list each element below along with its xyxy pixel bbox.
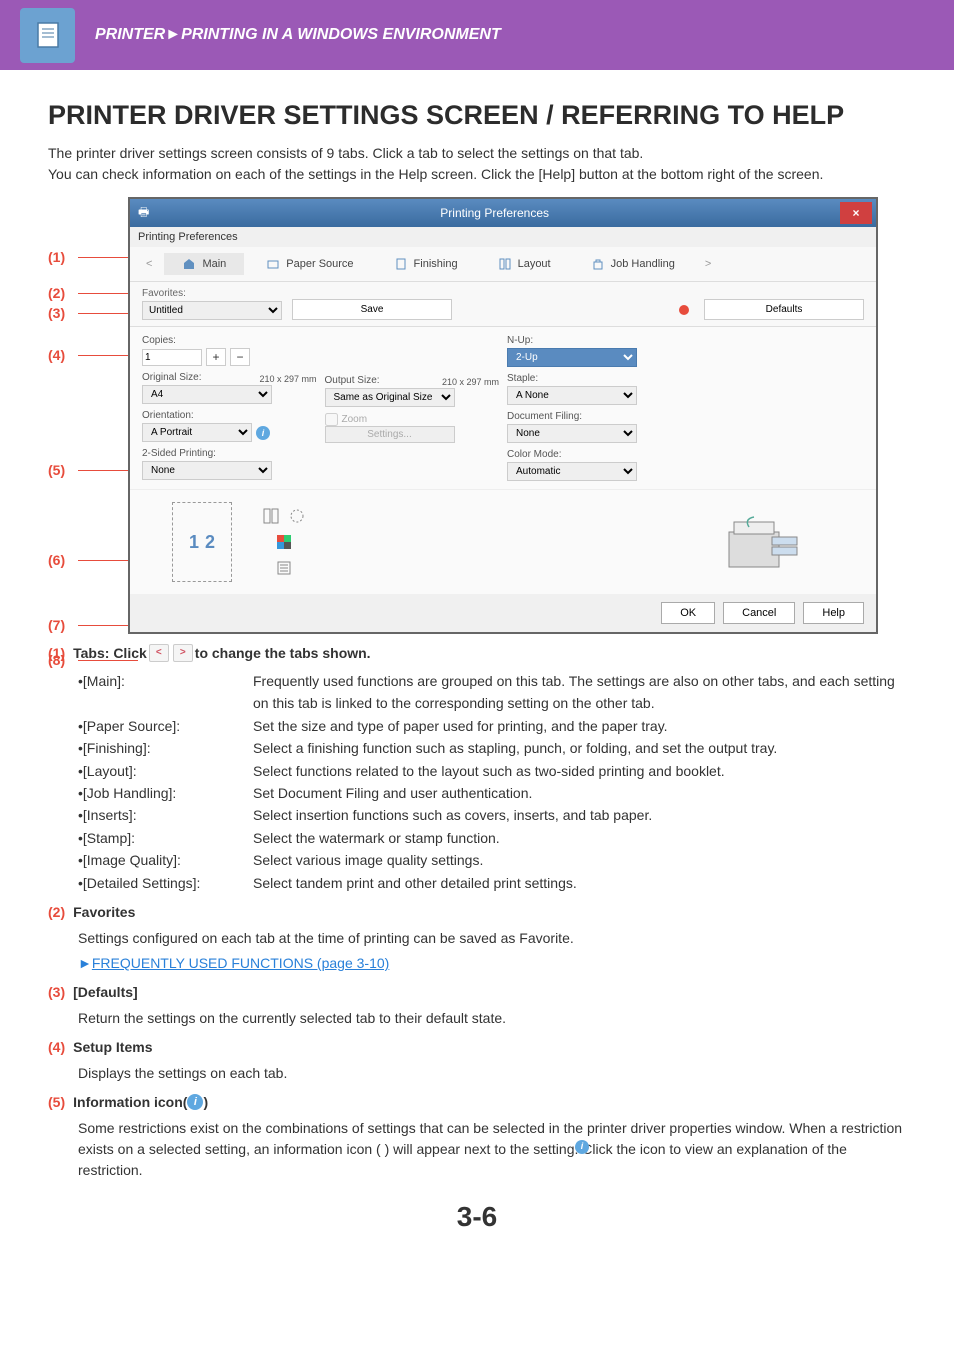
frequently-used-link[interactable]: FREQUENTLY USED FUNCTIONS (page 3-10) [92,955,389,971]
original-size-select[interactable]: A4 [142,385,272,404]
output-size-select[interactable]: Same as Original Size [325,388,455,407]
callout-1: (1) [48,249,65,265]
job-icon [591,257,605,271]
zoom-label: Zoom [342,414,368,425]
staple-label: Staple: [507,373,682,384]
favorites-select[interactable]: Untitled [142,301,282,320]
section-icon [20,8,75,63]
info-icon-inline-2: i [575,1140,589,1154]
tab-desc-row: •[Inserts]:Select insertion functions su… [78,804,906,826]
copies-input[interactable] [142,349,202,366]
color-mode-select[interactable]: Automatic [507,462,637,481]
cancel-button[interactable]: Cancel [723,602,795,624]
intro-text: The printer driver settings screen consi… [48,143,906,185]
copies-plus[interactable]: + [206,348,226,366]
tab-desc-row: •[Finishing]:Select a finishing function… [78,737,906,759]
tab-paper-source[interactable]: Paper Source [248,253,371,275]
two-sided-label: 2-Sided Printing: [142,448,317,459]
close-button[interactable]: × [840,202,872,224]
zoom-settings-button: Settings... [325,426,455,443]
desc-tabs: (1) Tabs: Click < > to change the tabs s… [48,644,906,894]
doc-filing-select[interactable]: None [507,424,637,443]
page-header: PRINTER►PRINTING IN A WINDOWS ENVIRONMEN… [0,0,954,70]
home-icon [182,257,196,271]
dialog-footer: OK Cancel Help [130,594,876,632]
tab-desc-row: •[Job Handling]:Set Document Filing and … [78,782,906,804]
tab-desc-row: •[Image Quality]:Select various image qu… [78,849,906,871]
tab-strip: Printing Preferences [130,227,876,247]
breadcrumb: PRINTER►PRINTING IN A WINDOWS ENVIRONMEN… [95,26,501,44]
tab-layout[interactable]: Layout [480,253,569,275]
settings-area: Copies: + − Original Size:210 x 297 mm A… [130,327,876,489]
callout-7: (7) [48,617,65,633]
tab-desc-row: •[Main]:Frequently used functions are gr… [78,670,906,715]
color-preview-icon [275,533,293,551]
ok-button[interactable]: OK [661,602,715,624]
page-title: PRINTER DRIVER SETTINGS SCREEN / REFERRI… [48,100,906,131]
desc-favorites: (2) Favorites Settings configured on eac… [48,904,906,974]
orientation-select[interactable]: A Portrait [142,423,252,442]
printer-image [714,507,804,577]
color-mode-label: Color Mode: [507,449,682,460]
staple-select[interactable]: A None [507,386,637,405]
callout-2: (2) [48,285,65,301]
tab-finishing[interactable]: Finishing [376,253,476,275]
page-preview: 1 2 [172,502,232,582]
nup-label: N-Up: [507,335,682,346]
duplex-icon [262,507,280,525]
window-icon: 🖶 [138,203,149,224]
tab-row: < Main Paper Source Finishing Layout [130,247,876,282]
tab-nav-right[interactable]: > [697,254,719,274]
tab-arrow-left-icon: < [149,644,169,662]
tab-desc-row: •[Paper Source]:Set the size and type of… [78,715,906,737]
callout-3-dot [679,305,689,315]
nup-select[interactable]: 2-Up [507,348,637,367]
callout-4: (4) [48,347,65,363]
tab-desc-row: •[Detailed Settings]:Select tandem print… [78,872,906,894]
tab-nav-left[interactable]: < [138,254,160,274]
callout-3: (3) [48,305,65,321]
tab-desc-row: •[Stamp]:Select the watermark or stamp f… [78,827,906,849]
desc-info-icon: (5) Information icon( i ) Some restricti… [48,1094,906,1181]
doc-icon [394,257,408,271]
window-title: Printing Preferences [149,206,840,220]
tab-main[interactable]: Main [164,253,244,275]
orientation-label: Orientation: [142,410,317,421]
two-sided-select[interactable]: None [142,461,272,480]
output-size-label: Output Size: [325,375,438,386]
info-icon-inline: i [187,1094,203,1110]
tab-desc-row: •[Layout]:Select functions related to th… [78,760,906,782]
info-icon[interactable]: i [256,426,270,440]
callout-5: (5) [48,462,65,478]
copies-minus[interactable]: − [230,348,250,366]
printing-preferences-dialog: 🖶 Printing Preferences × Printing Prefer… [128,197,878,634]
zoom-checkbox [325,413,338,426]
title-bar: 🖶 Printing Preferences × [130,199,876,227]
doc-filing-label: Document Filing: [507,411,682,422]
help-button[interactable]: Help [803,602,864,624]
staple-preview-icon [288,507,306,525]
info-icon-text: Some restrictions exist on the combinati… [48,1118,906,1181]
favorites-label: Favorites: [142,288,282,299]
doc-preview-icon [275,559,293,577]
desc-setup-items: (4) Setup Items Displays the settings on… [48,1039,906,1084]
page-number: 3-6 [48,1201,906,1233]
desc-defaults: (3) [Defaults] Return the settings on th… [48,984,906,1029]
copies-label: Copies: [142,335,317,346]
callout-6: (6) [48,552,65,568]
favorites-row: Favorites: Untitled Save Defaults [130,282,876,327]
preview-area: 1 2 [130,489,876,594]
tray-icon [266,257,280,271]
tab-arrow-right-icon: > [173,644,193,662]
defaults-button[interactable]: Defaults [704,299,864,320]
original-size-label: Original Size: [142,372,255,383]
tab-job-handling[interactable]: Job Handling [573,253,693,275]
layout-icon [498,257,512,271]
save-button[interactable]: Save [292,299,452,320]
callout-8: (8) [48,652,65,668]
